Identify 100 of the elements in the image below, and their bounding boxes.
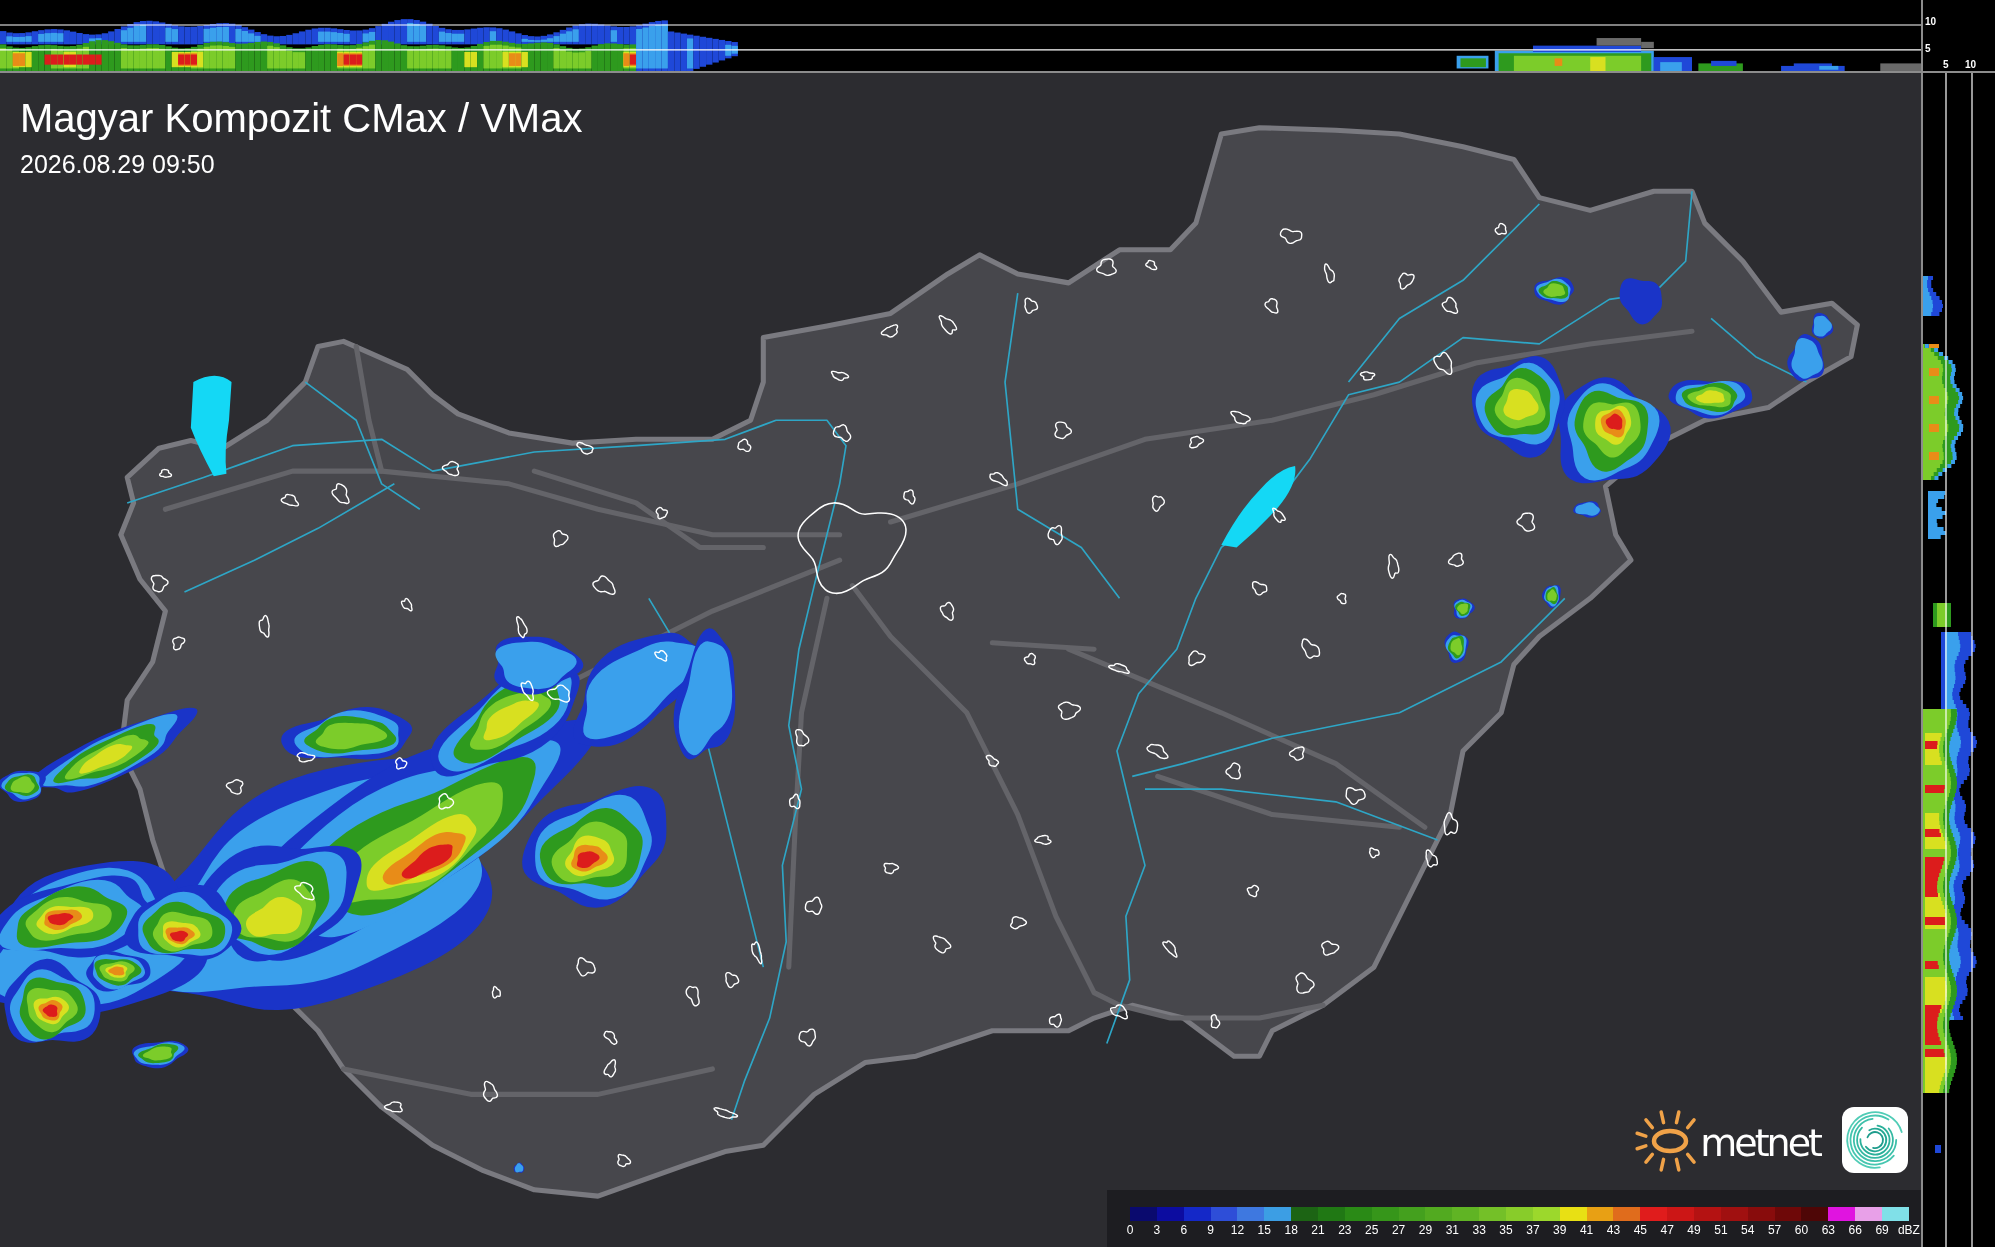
town-outline bbox=[1336, 592, 1347, 605]
legend-value: 9 bbox=[1206, 1223, 1215, 1237]
town-outline bbox=[1251, 581, 1268, 596]
town-outline bbox=[546, 684, 571, 703]
town-outline bbox=[798, 1028, 817, 1047]
town-outline bbox=[932, 935, 952, 954]
town-outline bbox=[1189, 435, 1205, 449]
town-outline bbox=[1387, 553, 1400, 579]
town-outline bbox=[655, 506, 669, 520]
logo-wordmark: metnet bbox=[1700, 1124, 1820, 1162]
town-outline bbox=[395, 757, 408, 770]
legend-value: 15 bbox=[1256, 1223, 1272, 1237]
town-outline bbox=[1047, 524, 1063, 546]
town-outline bbox=[938, 314, 958, 335]
town-outline bbox=[1443, 811, 1459, 836]
legend-value: 39 bbox=[1552, 1223, 1568, 1237]
legend-value: 43 bbox=[1605, 1223, 1622, 1237]
town-outline bbox=[1151, 495, 1166, 512]
town-outline bbox=[1301, 638, 1321, 659]
town-outline bbox=[725, 971, 740, 989]
town-outline bbox=[280, 493, 300, 507]
town-outline bbox=[654, 649, 668, 662]
legend-value: 41 bbox=[1578, 1223, 1595, 1237]
town-outline bbox=[1264, 298, 1279, 314]
radar-echo bbox=[1573, 501, 1601, 518]
legend-value: 57 bbox=[1766, 1223, 1783, 1237]
town-outline bbox=[832, 424, 852, 443]
town-outline bbox=[989, 471, 1008, 487]
radar-echo bbox=[1444, 631, 1469, 663]
town-outline bbox=[515, 615, 528, 639]
legend-value: 6 bbox=[1179, 1223, 1189, 1237]
town-outline bbox=[617, 1153, 632, 1168]
profile-echo bbox=[1880, 63, 1921, 71]
town-outline bbox=[331, 483, 350, 505]
profile-echo bbox=[1781, 63, 1845, 71]
town-outline bbox=[713, 1107, 739, 1119]
town-outline bbox=[491, 985, 501, 999]
town-outline bbox=[1023, 652, 1037, 666]
spiral-icon bbox=[1842, 1107, 1908, 1173]
town-outline bbox=[1288, 746, 1305, 761]
town-outline bbox=[1096, 258, 1117, 277]
legend-value: 54 bbox=[1740, 1223, 1756, 1237]
legend-value: 37 bbox=[1525, 1223, 1541, 1237]
town-outline bbox=[1034, 834, 1052, 845]
town-outline bbox=[1246, 884, 1260, 898]
town-outline bbox=[903, 489, 916, 505]
axis-label: 10 bbox=[1925, 17, 1937, 27]
town-outline bbox=[830, 370, 850, 382]
legend-value: 0 bbox=[1125, 1223, 1135, 1237]
town-outline bbox=[737, 438, 752, 453]
town-outline bbox=[1272, 507, 1286, 524]
legend-value: 60 bbox=[1793, 1223, 1810, 1237]
legend-value: 69 bbox=[1874, 1223, 1890, 1237]
town-outline bbox=[1230, 410, 1251, 425]
legend-value: 35 bbox=[1498, 1223, 1514, 1237]
town-outline bbox=[1433, 351, 1453, 376]
town-outline bbox=[150, 574, 169, 593]
legend-value: 21 bbox=[1310, 1223, 1326, 1237]
town-outline bbox=[552, 529, 569, 548]
legend-value: 47 bbox=[1659, 1223, 1675, 1237]
town-outline bbox=[1323, 263, 1336, 284]
timestamp: 2026.08.29 09:50 bbox=[20, 149, 216, 179]
town-outline bbox=[1321, 940, 1340, 956]
town-outline bbox=[592, 575, 616, 595]
town-outline bbox=[1109, 1004, 1128, 1020]
legend-value: 63 bbox=[1820, 1223, 1836, 1237]
town-outline bbox=[804, 896, 823, 915]
town-outline bbox=[1368, 847, 1380, 859]
legend-value: 27 bbox=[1390, 1223, 1407, 1237]
legend-value: 12 bbox=[1229, 1223, 1246, 1237]
town-outline bbox=[172, 636, 186, 651]
legend-value: 31 bbox=[1444, 1223, 1460, 1237]
town-outline bbox=[576, 957, 596, 977]
town-outline bbox=[438, 793, 455, 810]
town-outline bbox=[158, 468, 173, 478]
legend-value: 66 bbox=[1847, 1223, 1863, 1237]
town-outline bbox=[1398, 272, 1415, 290]
town-outline bbox=[1441, 296, 1459, 315]
town-outline bbox=[1210, 1013, 1221, 1029]
legend-value: 49 bbox=[1686, 1223, 1702, 1237]
legend-value: 33 bbox=[1471, 1223, 1487, 1237]
legend-value: 29 bbox=[1417, 1223, 1434, 1237]
legend-value: 18 bbox=[1283, 1223, 1299, 1237]
town-outline bbox=[1145, 259, 1158, 271]
town-outline bbox=[576, 441, 594, 455]
town-outline bbox=[520, 680, 534, 702]
radar-echo bbox=[1619, 278, 1663, 325]
radar-echo bbox=[513, 1162, 525, 1173]
legend-value: 3 bbox=[1152, 1223, 1162, 1237]
town-outline bbox=[603, 1030, 618, 1045]
town-outline bbox=[1516, 512, 1536, 532]
legend-value: 45 bbox=[1632, 1223, 1648, 1237]
town-outline bbox=[1345, 786, 1366, 806]
town-outline bbox=[1225, 762, 1241, 780]
profile-echo bbox=[1923, 276, 1943, 316]
radar-echo bbox=[132, 1040, 189, 1069]
town-outline bbox=[1188, 650, 1206, 667]
town-outline bbox=[788, 793, 801, 810]
town-outline bbox=[294, 881, 315, 901]
town-outline bbox=[1279, 228, 1303, 245]
